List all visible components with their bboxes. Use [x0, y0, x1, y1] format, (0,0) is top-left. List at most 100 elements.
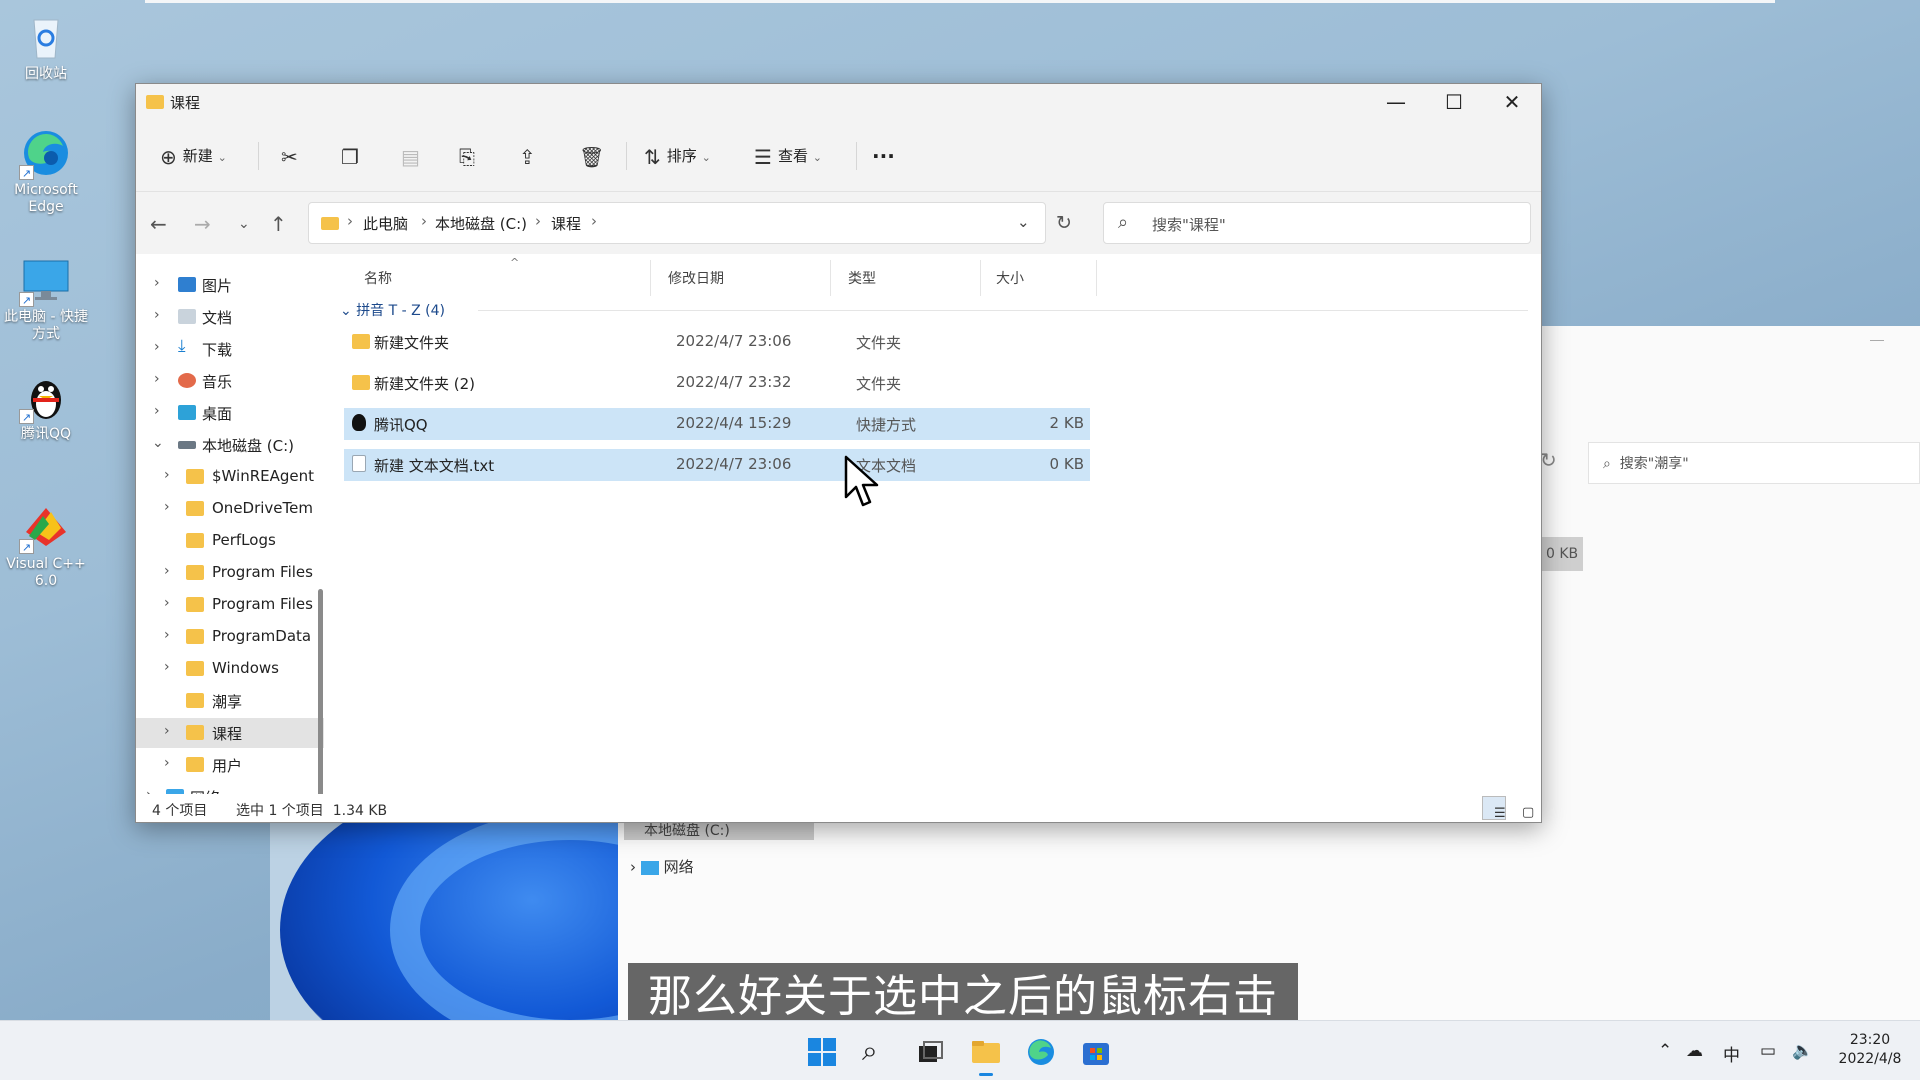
details-view-icon: ☰	[1494, 806, 1506, 821]
sidebar-item-users[interactable]: › 用户	[136, 750, 324, 780]
copy-button[interactable]: ❐	[341, 144, 365, 169]
address-bar[interactable]: › 此电脑 › 本地磁盘 (C:) › 课程 › ⌄	[308, 202, 1046, 244]
table-row[interactable]: 新建文件夹 2022/4/7 23:06 文件夹	[344, 326, 1090, 358]
file-list: 名称 ^ 修改日期 类型 大小 ⌄ 拼音 T - Z (4) 新建文件夹 202…	[328, 254, 1541, 794]
wallpaper-bloom	[270, 820, 618, 1020]
sort-arrows-icon: ⇅	[644, 144, 661, 169]
navigation-pane: › 图片 › 文档 › ⤓ 下载 › 音乐 › 桌面 ⌄ 本地磁盘 (C:) › $WinREA…	[136, 254, 328, 794]
input-method-indicator[interactable]: 中	[1723, 1041, 1740, 1066]
chevron-right-icon: ›	[154, 275, 160, 291]
column-header-name[interactable]: 名称	[364, 268, 392, 288]
close-button[interactable]: ✕	[1483, 84, 1541, 120]
address-history-chevron-icon[interactable]: ⌄	[1017, 213, 1030, 231]
sort-button[interactable]: ⇅ 排序 ⌄	[644, 144, 711, 169]
selection-info: 选中 1 个项目 1.34 KB	[236, 803, 388, 819]
sidebar-item-documents[interactable]: › 文档	[136, 302, 324, 332]
breadcrumb-local-disk[interactable]: 本地磁盘 (C:)	[435, 213, 527, 234]
chevron-right-icon: ›	[164, 659, 170, 675]
forward-arrow-icon[interactable]: →	[194, 212, 211, 236]
cut-button[interactable]: ✂	[281, 144, 304, 169]
desktop-icon-this-pc[interactable]: ↗ 此电脑 - 快捷方式	[0, 255, 92, 343]
minimize-button[interactable]: —	[1367, 84, 1425, 120]
system-clock[interactable]: 23:20 2022/4/8	[1830, 1031, 1910, 1069]
qq-penguin-icon	[352, 414, 366, 431]
show-hidden-icons-chevron[interactable]: ⌃	[1658, 1041, 1672, 1061]
share-button[interactable]: ⇪	[519, 144, 542, 169]
sidebar-item-programdata[interactable]: › ProgramData	[136, 622, 324, 652]
background-refresh-icon[interactable]: ↻	[1540, 448, 1557, 472]
chevron-right-icon: ›	[146, 787, 152, 794]
paste-button[interactable]: ▤	[401, 144, 426, 169]
folder-icon	[186, 629, 204, 644]
column-header-modified[interactable]: 修改日期	[668, 268, 724, 288]
breadcrumb-course[interactable]: 课程	[551, 213, 581, 234]
view-button[interactable]: ☰ 查看 ⌄	[754, 144, 822, 169]
column-header-type[interactable]: 类型	[848, 268, 876, 288]
recent-locations-chevron-icon[interactable]: ⌄	[238, 216, 250, 232]
rename-button[interactable]: ⎘	[459, 144, 481, 169]
desktop-icon-qq[interactable]: ↗ 腾讯QQ	[0, 372, 92, 443]
chevron-right-icon: ›	[164, 595, 170, 611]
title-bar[interactable]: 课程 — ☐ ✕	[136, 84, 1541, 120]
volume-icon[interactable]: 🔈	[1792, 1041, 1813, 1061]
column-header-size[interactable]: 大小	[996, 268, 1024, 288]
refresh-icon[interactable]: ↻	[1056, 212, 1072, 234]
group-header[interactable]: ⌄ 拼音 T - Z (4)	[340, 300, 445, 320]
column-divider[interactable]	[830, 260, 831, 296]
sidebar-item-course[interactable]: › 课程	[136, 718, 324, 748]
sidebar-item-pictures[interactable]: › 图片	[136, 270, 324, 300]
table-row[interactable]: 腾讯QQ 2022/4/4 15:29 快捷方式 2 KB	[344, 408, 1090, 440]
up-arrow-icon[interactable]: ↑	[270, 212, 287, 236]
rename-icon: ⎘	[459, 144, 475, 169]
desktop-icon-recycle-bin[interactable]: 回收站	[0, 12, 92, 83]
background-nav-network[interactable]: › 网络	[630, 856, 694, 877]
more-options-button[interactable]: ···	[872, 144, 895, 168]
sidebar-item-winreagent[interactable]: › $WinREAgent	[136, 462, 324, 492]
back-arrow-icon[interactable]: ←	[150, 212, 167, 236]
explorer-window[interactable]: 课程 — ☐ ✕ ⊕ 新建 ⌄ ✂ ❐ ▤ ⎘ ⇪ 🗑 ⇅ 排序 ⌄ ☰ 查看 ⌄ ·…	[135, 83, 1542, 823]
text-document-icon	[352, 455, 366, 472]
new-button[interactable]: ⊕ 新建 ⌄	[160, 144, 227, 169]
start-button[interactable]	[807, 1037, 837, 1067]
sidebar-item-onedrivetemp[interactable]: › OneDriveTem	[136, 494, 324, 524]
table-row[interactable]: 新建文件夹 (2) 2022/4/7 23:32 文件夹	[344, 367, 1090, 399]
sidebar-scrollbar[interactable]	[318, 589, 323, 794]
background-search-input[interactable]: ⌕ 搜索"潮享"	[1588, 442, 1920, 484]
folder-icon	[186, 725, 204, 740]
taskbar-edge[interactable]	[1026, 1037, 1056, 1067]
sidebar-item-desktop[interactable]: › 桌面	[136, 398, 324, 428]
search-input[interactable]: ⌕ 搜索"课程"	[1103, 202, 1531, 244]
column-divider[interactable]	[1096, 260, 1097, 296]
network-status-icon[interactable]: ▭	[1760, 1041, 1776, 1061]
breadcrumb-this-pc[interactable]: 此电脑	[363, 213, 408, 234]
sidebar-item-program-files[interactable]: › Program Files	[136, 558, 324, 588]
chevron-right-icon: ›	[154, 371, 160, 387]
background-minimize-icon[interactable]	[1870, 340, 1884, 341]
onedrive-cloud-icon[interactable]: ☁	[1686, 1041, 1703, 1061]
sidebar-item-perflogs[interactable]: PerfLogs	[136, 526, 324, 556]
desktop-icon-edge[interactable]: ↗ Microsoft Edge	[0, 128, 92, 216]
task-view-button[interactable]	[916, 1037, 946, 1067]
sidebar-item-local-disk[interactable]: ⌄ 本地磁盘 (C:)	[136, 430, 324, 460]
column-divider[interactable]	[650, 260, 651, 296]
chevron-right-icon: ›	[164, 755, 170, 771]
share-icon: ⇪	[519, 144, 536, 169]
sidebar-item-windows[interactable]: › Windows	[136, 654, 324, 684]
search-button[interactable]: ⌕	[862, 1037, 892, 1067]
details-view-button[interactable]: ☰	[1482, 796, 1506, 821]
trash-icon: 🗑	[579, 144, 605, 169]
table-row[interactable]: 新建 文本文档.txt 2022/4/7 23:06 文本文档 0 KB	[344, 449, 1090, 481]
list-view-icon: ☰	[754, 144, 772, 169]
sidebar-item-network[interactable]: ›网络	[136, 782, 324, 794]
sidebar-item-music[interactable]: › 音乐	[136, 366, 324, 396]
sidebar-item-downloads[interactable]: › ⤓ 下载	[136, 334, 324, 364]
column-divider[interactable]	[980, 260, 981, 296]
maximize-button[interactable]: ☐	[1425, 84, 1483, 120]
delete-button[interactable]: 🗑	[579, 144, 610, 169]
sidebar-item-chaoxiang[interactable]: 潮享	[136, 686, 324, 716]
large-icons-view-button[interactable]: ▢	[1510, 796, 1534, 820]
desktop-icon-visual-cpp[interactable]: ↗ Visual C++ 6.0	[0, 502, 92, 590]
sidebar-item-program-files-x86[interactable]: › Program Files	[136, 590, 324, 620]
taskbar-store[interactable]	[1081, 1037, 1111, 1067]
taskbar-file-explorer[interactable]	[971, 1037, 1001, 1076]
